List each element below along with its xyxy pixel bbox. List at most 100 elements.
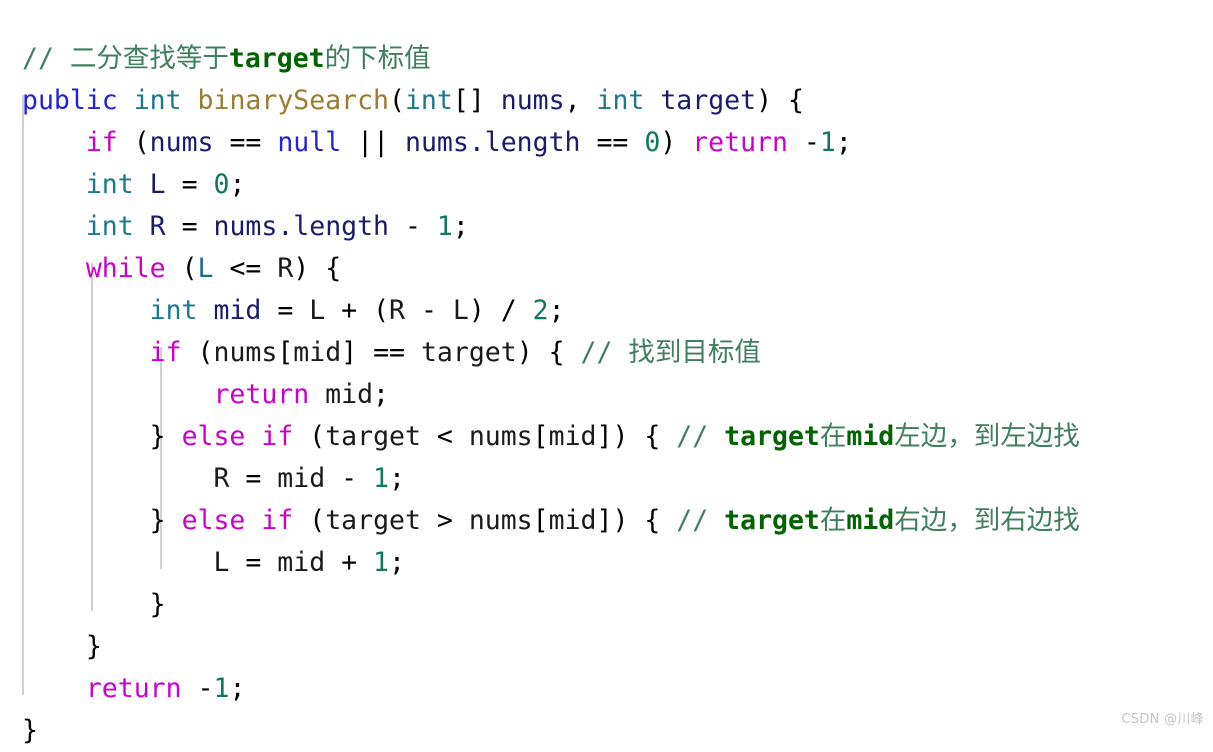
code-line-15: } [22, 626, 1080, 668]
var-target: target [420, 336, 517, 368]
paren-close-brace: ) { [612, 420, 677, 452]
comma: , [564, 84, 597, 116]
paren-open: ( [165, 252, 198, 284]
var-nums: nums [213, 336, 278, 368]
keyword-public: public [22, 84, 118, 116]
var-mid: mid [548, 504, 597, 536]
brace-close-method: } [22, 714, 38, 746]
code-line-2: public int binarySearch(int[] nums, int … [22, 80, 1080, 122]
var-nums: nums [468, 420, 533, 452]
var-mid: mid [293, 336, 342, 368]
comment-slashes: // [22, 42, 70, 74]
paren-close: ) [756, 84, 773, 116]
var-mid: mid [548, 420, 597, 452]
code-line-16: return -1; [22, 668, 1080, 710]
plus-operator: + [325, 546, 374, 578]
bracket-close: ] [596, 504, 613, 536]
operator-or: || [341, 126, 405, 158]
param-type-1: int [404, 84, 453, 116]
var-nums: nums [149, 126, 214, 158]
semicolon: ; [452, 210, 469, 242]
param-name-target: target [660, 84, 757, 116]
var-R: R [389, 294, 405, 326]
type-int: int [85, 210, 134, 242]
semicolon: ; [389, 462, 405, 494]
minus-operator: - [325, 462, 374, 494]
paren-close-brace: ) { [293, 252, 342, 284]
code-line-3: if (nums == null || nums.length == 0) re… [22, 122, 1080, 164]
keyword-while: while [85, 252, 166, 284]
keyword-else: else [181, 504, 246, 536]
number-zero: 0 [213, 168, 230, 200]
semicolon: ; [229, 672, 246, 704]
plus-operator: + ( [325, 294, 390, 326]
param-type-2: int [596, 84, 645, 116]
code-line-5: int R = nums.length - 1; [22, 206, 1080, 248]
var-target: target [325, 504, 421, 536]
var-R: R [277, 252, 294, 284]
type-int: int [149, 294, 198, 326]
expr-nums-length: nums.length [213, 210, 390, 242]
var-L: L [309, 294, 326, 326]
operator-equals-2: == [580, 126, 645, 158]
comment-slashes: // [676, 504, 725, 536]
comment-text-cjk: 在 [819, 420, 847, 452]
number-one: 1 [373, 546, 390, 578]
code-line-6: while (L <= R) { [22, 248, 1080, 290]
code-line-11: R = mid - 1; [22, 458, 1080, 500]
var-nums: nums [468, 504, 533, 536]
minus-operator: - [405, 294, 453, 326]
brace-close: } [149, 588, 166, 620]
code-line-10: } else if (target < nums[mid]) { // targ… [22, 416, 1080, 458]
operator-greater-than: > [420, 504, 469, 536]
assign-operator: = [165, 168, 214, 200]
paren-close-brace: ) { [516, 336, 581, 368]
code-editor-content[interactable]: // 二分查找等于target的下标值 public int binarySear… [0, 27, 1080, 752]
divide-operator: ) / [468, 294, 533, 326]
var-mid: mid [277, 546, 326, 578]
keyword-if: if [85, 126, 118, 158]
number-zero: 0 [644, 126, 661, 158]
brace-open: { [772, 84, 804, 116]
keyword-if: if [261, 420, 294, 452]
var-mid: mid [325, 378, 374, 410]
paren-open: ( [389, 84, 405, 116]
code-line-17: } [22, 710, 1080, 752]
bracket-open: [ [532, 504, 549, 536]
comment-text-cjk: 在 [819, 504, 847, 536]
comment-code-target: target [724, 420, 820, 452]
bracket-close: ] [596, 420, 613, 452]
brace-close: } [85, 630, 102, 662]
code-screenshot: // 二分查找等于target的下标值 public int binarySear… [0, 0, 1213, 746]
keyword-return: return [85, 672, 182, 704]
paren-open: ( [117, 126, 150, 158]
assign-operator: = [261, 294, 310, 326]
code-line-13: L = mid + 1; [22, 542, 1080, 584]
number-one: 1 [819, 126, 836, 158]
var-L: L [213, 546, 230, 578]
code-line-7: int mid = L + (R - L) / 2; [22, 290, 1080, 332]
comment-text-cjk-2: 左边，到左边找 [894, 420, 1080, 452]
var-L-2: L [452, 294, 469, 326]
comment-code-mid: mid [846, 504, 895, 536]
paren-open: ( [293, 420, 326, 452]
paren-open: ( [181, 336, 214, 368]
keyword-else: else [181, 420, 246, 452]
array-brackets: [] [452, 84, 485, 116]
comment-text-cjk: 二分查找等于 [69, 42, 229, 74]
comment-text-cjk: 找到目标值 [628, 336, 761, 368]
keyword-return: return [692, 126, 788, 158]
